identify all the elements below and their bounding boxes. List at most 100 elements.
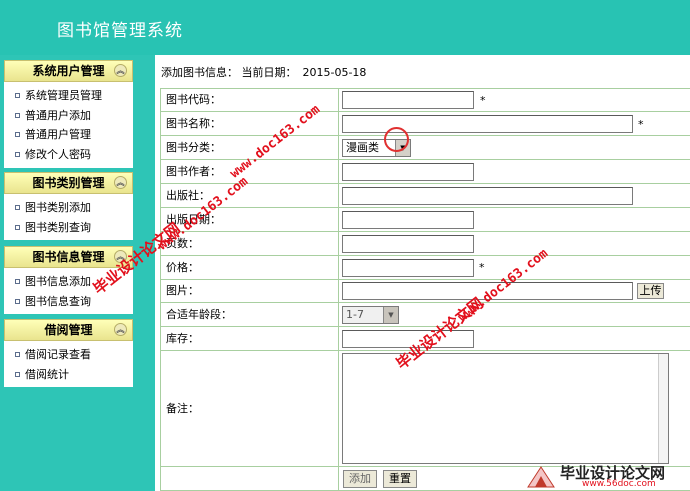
publisher-label: 出版社：: [161, 184, 339, 207]
image-label: 图片：: [161, 280, 339, 302]
sidebar-item-label: 图书信息添加: [25, 275, 91, 288]
app-title: 图书馆管理系统: [57, 21, 183, 41]
sidebar-item-book-query[interactable]: 图书信息查询: [4, 292, 133, 312]
sidebar-item-borrow-stats[interactable]: 借阅统计: [4, 365, 133, 385]
sidebar-item-borrow-records[interactable]: 借阅记录查看: [4, 345, 133, 365]
bullet-icon: [15, 112, 20, 118]
current-date: 2015-05-18: [302, 66, 367, 79]
sidebar-item-label: 普通用户管理: [25, 128, 91, 141]
textarea-scrollbar[interactable]: [658, 354, 668, 463]
sidebar-item-user-manage[interactable]: 普通用户管理: [4, 125, 133, 145]
logo-icon: [527, 466, 555, 488]
section-header[interactable]: 图书信息管理 ︽: [4, 246, 133, 268]
required-mark: *: [480, 94, 486, 107]
add-book-form: 图书代码： * 图书名称： * 图书分类： 漫画类 ▼ 图书作者： 出版社： 出…: [160, 88, 690, 491]
actions-label-cell: [161, 467, 339, 491]
age-group-label: 合适年龄段：: [161, 303, 339, 326]
form-row-image: 图片： 上传: [161, 280, 690, 303]
sidebar-item-label: 图书信息查询: [25, 294, 91, 308]
sidebar-section-book-info: 图书信息管理 ︽ 图书信息添加 图书信息查询: [4, 246, 133, 314]
sidebar-item-admin-manage[interactable]: 系统管理员管理: [4, 86, 133, 106]
required-mark: *: [479, 261, 485, 274]
sidebar-section-system-users: 系统用户管理 ︽ 系统管理员管理 普通用户添加 普通用户管理 修改个人密码: [4, 60, 133, 168]
form-row-category: 图书分类： 漫画类 ▼: [161, 136, 690, 160]
sidebar-item-label: 图书类别查询: [25, 220, 91, 234]
image-path-input[interactable]: [342, 282, 633, 300]
section-header[interactable]: 系统用户管理 ︽: [4, 60, 133, 82]
form-row-price: 价格： *: [161, 256, 690, 280]
collapse-icon[interactable]: ︽: [114, 250, 127, 263]
section-title: 借阅管理: [44, 323, 93, 337]
sidebar-item-user-add[interactable]: 普通用户添加: [4, 106, 133, 126]
add-button[interactable]: 添加: [343, 470, 377, 488]
form-row-author: 图书作者：: [161, 160, 690, 184]
form-row-book-name: 图书名称： *: [161, 112, 690, 136]
sidebar-item-change-password[interactable]: 修改个人密码: [4, 145, 133, 165]
remarks-label: 备注：: [161, 351, 339, 466]
publish-date-label: 出版日期：: [161, 208, 339, 231]
section-header[interactable]: 借阅管理 ︽: [4, 319, 133, 341]
bullet-icon: [15, 151, 20, 157]
price-input[interactable]: [342, 259, 474, 277]
reset-button[interactable]: 重置: [383, 470, 417, 488]
annotation-circle: [384, 127, 409, 152]
sidebar-item-label: 借阅记录查看: [25, 348, 91, 361]
sidebar-item-label: 图书类别添加: [25, 201, 91, 214]
book-code-input[interactable]: [342, 91, 474, 109]
required-mark: *: [638, 118, 644, 131]
sidebar-item-label: 借阅统计: [25, 367, 69, 381]
form-row-book-code: 图书代码： *: [161, 89, 690, 112]
bullet-icon: [15, 279, 20, 284]
pages-input[interactable]: [342, 235, 474, 253]
pages-label: 页数：: [161, 232, 339, 255]
sidebar: 系统用户管理 ︽ 系统管理员管理 普通用户添加 普通用户管理 修改个人密码 图书…: [0, 55, 137, 491]
sidebar-item-label: 修改个人密码: [25, 147, 91, 161]
book-name-input[interactable]: [342, 115, 633, 133]
section-title: 图书类别管理: [32, 176, 105, 190]
bullet-icon: [15, 298, 20, 304]
publish-date-input[interactable]: [342, 211, 474, 229]
collapse-icon[interactable]: ︽: [114, 64, 127, 77]
age-group-selected: 1-7: [346, 308, 364, 321]
author-label: 图书作者：: [161, 160, 339, 183]
stock-label: 库存：: [161, 327, 339, 350]
publisher-input[interactable]: [342, 187, 633, 205]
sidebar-item-category-add[interactable]: 图书类别添加: [4, 198, 133, 218]
form-row-stock: 库存：: [161, 327, 690, 351]
age-group-select[interactable]: 1-7 ▼: [342, 306, 399, 324]
price-label: 价格：: [161, 256, 339, 279]
author-input[interactable]: [342, 163, 474, 181]
bullet-icon: [15, 205, 20, 210]
watermark-logo: 毕业设计论文网 www.56doc.com: [520, 462, 690, 491]
upload-button[interactable]: 上传: [637, 283, 664, 299]
book-code-label: 图书代码：: [161, 89, 339, 111]
section-header[interactable]: 图书类别管理 ︽: [4, 172, 133, 194]
form-row-age-group: 合适年龄段： 1-7 ▼: [161, 303, 690, 327]
sidebar-item-category-query[interactable]: 图书类别查询: [4, 218, 133, 238]
page-heading: 添加图书信息： 当前日期： 2015-05-18: [161, 64, 366, 80]
header: 图书馆管理系统: [0, 0, 690, 55]
sidebar-section-borrow: 借阅管理 ︽ 借阅记录查看 借阅统计: [4, 319, 133, 387]
bullet-icon: [15, 371, 20, 377]
category-selected: 漫画类: [346, 141, 379, 154]
form-row-remarks: 备注：: [161, 351, 690, 467]
sidebar-item-book-add[interactable]: 图书信息添加: [4, 272, 133, 292]
bullet-icon: [15, 224, 20, 230]
dropdown-arrow-icon[interactable]: ▼: [383, 307, 398, 323]
form-row-pages: 页数：: [161, 232, 690, 256]
book-name-label: 图书名称：: [161, 112, 339, 135]
sidebar-item-label: 普通用户添加: [25, 108, 91, 122]
collapse-icon[interactable]: ︽: [114, 323, 127, 336]
sidebar-section-book-category: 图书类别管理 ︽ 图书类别添加 图书类别查询: [4, 172, 133, 240]
main-panel: 添加图书信息： 当前日期： 2015-05-18 图书代码： * 图书名称： * …: [155, 55, 690, 491]
category-label: 图书分类：: [161, 136, 339, 159]
bullet-icon: [15, 132, 20, 137]
stock-input[interactable]: [342, 330, 474, 348]
bullet-icon: [15, 352, 20, 357]
section-title: 图书信息管理: [32, 250, 105, 264]
page-title: 添加图书信息： 当前日期：: [161, 66, 297, 79]
remarks-textarea[interactable]: [342, 353, 669, 464]
form-row-publish-date: 出版日期：: [161, 208, 690, 232]
form-row-publisher: 出版社：: [161, 184, 690, 208]
collapse-icon[interactable]: ︽: [114, 176, 127, 189]
